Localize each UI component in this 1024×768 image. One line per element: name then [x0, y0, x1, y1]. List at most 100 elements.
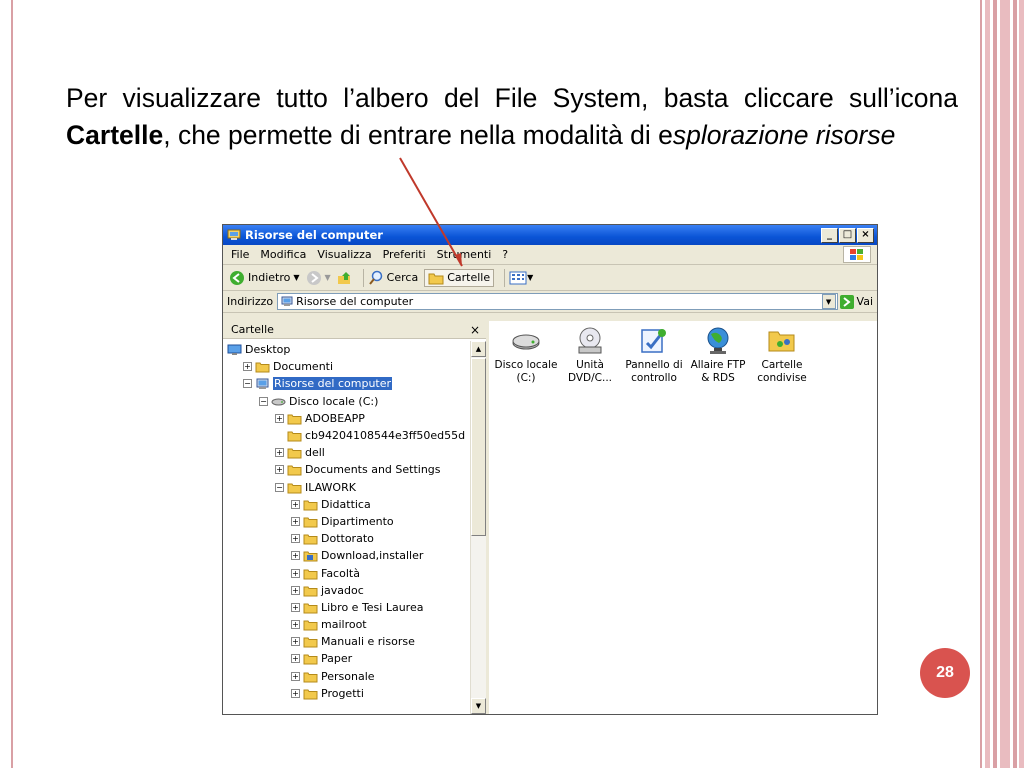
tree-item[interactable]: − ILAWORK: [223, 479, 470, 496]
tree-item[interactable]: − Disco locale (C:): [223, 393, 470, 410]
expand-icon[interactable]: +: [291, 551, 300, 561]
disk-icon: [271, 396, 286, 407]
expand-icon[interactable]: +: [291, 688, 300, 698]
expand-icon[interactable]: +: [275, 465, 284, 475]
content-item-label: Unità: [576, 359, 604, 371]
expand-icon[interactable]: +: [291, 534, 300, 544]
collapse-icon[interactable]: −: [259, 396, 268, 406]
expand-icon[interactable]: +: [291, 516, 300, 526]
tree-item[interactable]: cb94204108544e3ff50ed55d: [223, 427, 470, 444]
expand-icon[interactable]: +: [243, 362, 252, 372]
tree-item[interactable]: + Manuali e risorse: [223, 633, 470, 650]
expand-icon[interactable]: +: [291, 671, 300, 681]
content-item-label: controllo: [631, 371, 677, 384]
title-bar[interactable]: Risorse del computer _ □ ×: [223, 225, 877, 245]
tree-item-label: Paper: [321, 652, 353, 666]
tree-item[interactable]: + Documents and Settings: [223, 461, 470, 478]
collapse-icon[interactable]: −: [243, 379, 252, 389]
folder-tree: Desktop + Documenti − Risorse del computer − D…: [223, 341, 470, 714]
content-item[interactable]: Cartelle condivise: [749, 325, 815, 384]
folder-icon: [303, 636, 318, 648]
expand-icon[interactable]: +: [291, 654, 300, 664]
expand-icon[interactable]: +: [291, 585, 300, 595]
folders-pane-header: Cartelle ×: [223, 321, 486, 339]
collapse-icon[interactable]: −: [275, 482, 284, 492]
slide-text-part2: , che permette di entrare nella modalità…: [163, 120, 673, 150]
chevron-down-icon[interactable]: ▼: [293, 273, 299, 282]
back-button[interactable]: Indietro ▼: [229, 270, 300, 286]
tree-item[interactable]: + Dipartimento: [223, 513, 470, 530]
menu-file[interactable]: File: [231, 248, 249, 261]
content-item[interactable]: Pannello di controllo: [621, 325, 687, 384]
folder-icon: [287, 447, 302, 459]
address-dropdown-button[interactable]: ▼: [821, 294, 836, 309]
expand-icon[interactable]: +: [275, 448, 284, 458]
tree-item-label: Libro e Tesi Laurea: [321, 600, 424, 614]
tree-item[interactable]: + Libro e Tesi Laurea: [223, 599, 470, 616]
go-button[interactable]: Vai: [839, 294, 873, 309]
scroll-thumb[interactable]: [471, 358, 486, 536]
scroll-down-button[interactable]: ▼: [471, 698, 486, 714]
tree-item-label: cb94204108544e3ff50ed55d: [305, 429, 466, 443]
folders-icon: [428, 273, 444, 284]
minimize-button[interactable]: _: [821, 227, 838, 243]
content-item[interactable]: Disco locale (C:): [493, 325, 559, 384]
back-label: Indietro: [248, 271, 291, 284]
up-folder-button[interactable]: [337, 270, 353, 286]
expand-icon[interactable]: +: [291, 568, 300, 578]
close-pane-icon[interactable]: ×: [470, 323, 480, 337]
ftp-globe-icon: [702, 325, 734, 357]
views-button[interactable]: ▼: [509, 271, 533, 285]
tree-item-label: Desktop: [245, 343, 291, 357]
address-label: Indirizzo: [227, 295, 274, 308]
tree-item[interactable]: + Download,installer: [223, 547, 470, 564]
tree-item[interactable]: + javadoc: [223, 582, 470, 599]
tree-item[interactable]: + Dottorato: [223, 530, 470, 547]
search-button[interactable]: Cerca: [368, 270, 418, 286]
slide-right-stripe: [985, 0, 990, 768]
content-item[interactable]: Allaire FTP & RDS: [685, 325, 751, 384]
tree-item[interactable]: Desktop: [223, 341, 470, 358]
tree-item-label: Dipartimento: [321, 514, 394, 528]
forward-button[interactable]: ▼: [306, 270, 331, 286]
menu-strumenti[interactable]: Strumenti: [437, 248, 492, 261]
folder-icon: [287, 430, 302, 442]
folders-pane-title: Cartelle: [231, 323, 274, 336]
tree-item[interactable]: + Facoltà: [223, 564, 470, 581]
computer-icon: [255, 378, 270, 390]
expand-icon[interactable]: +: [291, 499, 300, 509]
expand-icon[interactable]: +: [291, 602, 300, 612]
chevron-down-icon[interactable]: ▼: [527, 273, 533, 282]
tree-item[interactable]: + dell: [223, 444, 470, 461]
tree-item[interactable]: + Personale: [223, 668, 470, 685]
folders-button[interactable]: Cartelle: [424, 268, 495, 287]
folder-icon: [303, 533, 318, 545]
tree-item[interactable]: + Progetti: [223, 685, 470, 702]
tree-item-label: Documents and Settings: [305, 463, 441, 477]
expand-icon[interactable]: +: [291, 620, 300, 630]
tree-item[interactable]: + Paper: [223, 650, 470, 667]
window-title: Risorse del computer: [245, 228, 383, 242]
tree-item[interactable]: − Risorse del computer: [223, 375, 470, 392]
close-button[interactable]: ×: [857, 227, 874, 243]
scroll-up-button[interactable]: ▲: [471, 341, 486, 357]
menu-modifica[interactable]: Modifica: [260, 248, 306, 261]
expand-icon[interactable]: +: [275, 413, 284, 423]
tree-scrollbar[interactable]: ▲ ▼: [470, 341, 486, 714]
content-item[interactable]: Unità DVD/C...: [557, 325, 623, 384]
expand-icon[interactable]: +: [291, 637, 300, 647]
tree-item-label: dell: [305, 446, 325, 460]
maximize-button[interactable]: □: [839, 227, 856, 243]
tree-item[interactable]: + Documenti: [223, 358, 470, 375]
tree-item[interactable]: + mailroot: [223, 616, 470, 633]
menu-visualizza[interactable]: Visualizza: [317, 248, 371, 261]
menu-help[interactable]: ?: [502, 248, 508, 261]
tree-item[interactable]: + ADOBEAPP: [223, 410, 470, 427]
slide-right-stripe: [1013, 0, 1017, 768]
menu-preferiti[interactable]: Preferiti: [383, 248, 426, 261]
chevron-down-icon[interactable]: ▼: [325, 273, 331, 282]
tree-item[interactable]: + Didattica: [223, 496, 470, 513]
address-input[interactable]: Risorse del computer: [277, 293, 838, 310]
go-arrow-icon: [839, 294, 854, 309]
menu-bar: File Modifica Visualizza Preferiti Strum…: [223, 245, 877, 265]
